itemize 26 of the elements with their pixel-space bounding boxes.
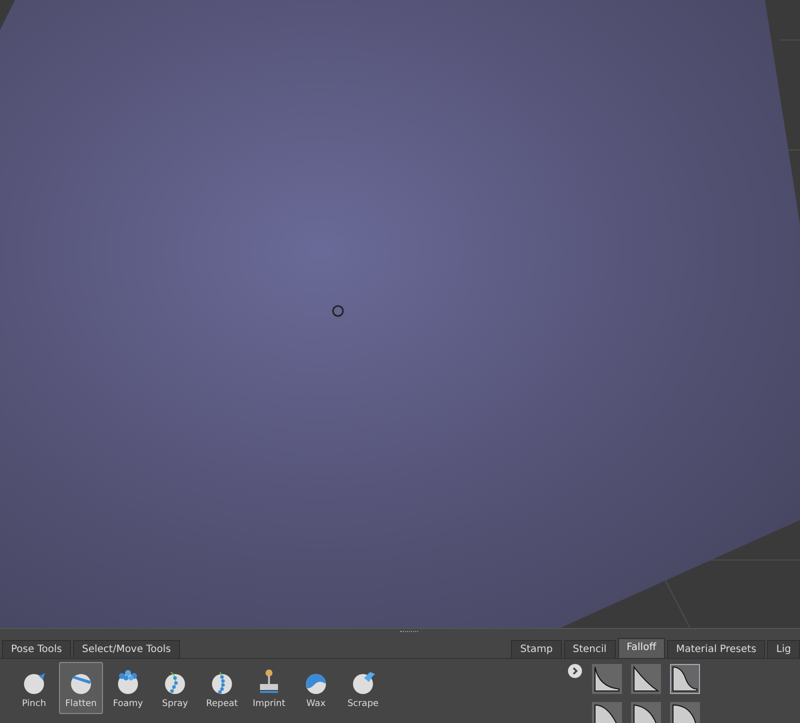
brush-tool-button[interactable]: Imprint <box>247 662 291 714</box>
falloff-curve-preset[interactable] <box>631 702 661 723</box>
tab[interactable]: Stencil <box>564 640 616 658</box>
tab[interactable]: Material Presets <box>667 640 766 658</box>
tab[interactable]: Falloff <box>618 638 666 658</box>
brush-tool-button[interactable]: Spray <box>153 662 197 714</box>
repeat-brush-icon <box>209 669 235 695</box>
brush-tool-button[interactable]: Foamy <box>106 662 150 714</box>
tab[interactable]: Lig <box>767 640 800 658</box>
scrape-brush-icon <box>350 669 376 695</box>
brush-cursor-icon <box>332 305 344 317</box>
brush-tool-button[interactable]: Wax <box>294 662 338 714</box>
falloff-curve-preset[interactable] <box>592 664 622 694</box>
tab[interactable]: Stamp <box>511 640 562 658</box>
tab[interactable]: Select/Move Tools <box>72 640 180 658</box>
falloff-curve-preset[interactable] <box>631 664 661 694</box>
brush-tool-button[interactable]: Pinch <box>12 662 56 714</box>
tab[interactable]: Pose Tools <box>2 640 71 658</box>
spray-brush-icon <box>162 669 188 695</box>
brush-tool-button[interactable]: Flatten <box>59 662 103 714</box>
falloff-curve-preset[interactable] <box>670 664 700 694</box>
foamy-brush-icon <box>115 669 141 695</box>
falloff-curve-preset[interactable] <box>592 702 622 723</box>
falloff-curve-preset[interactable] <box>670 702 700 723</box>
brush-tool-button[interactable]: Repeat <box>200 662 244 714</box>
brush-tool-button[interactable]: Scrape <box>341 662 385 714</box>
